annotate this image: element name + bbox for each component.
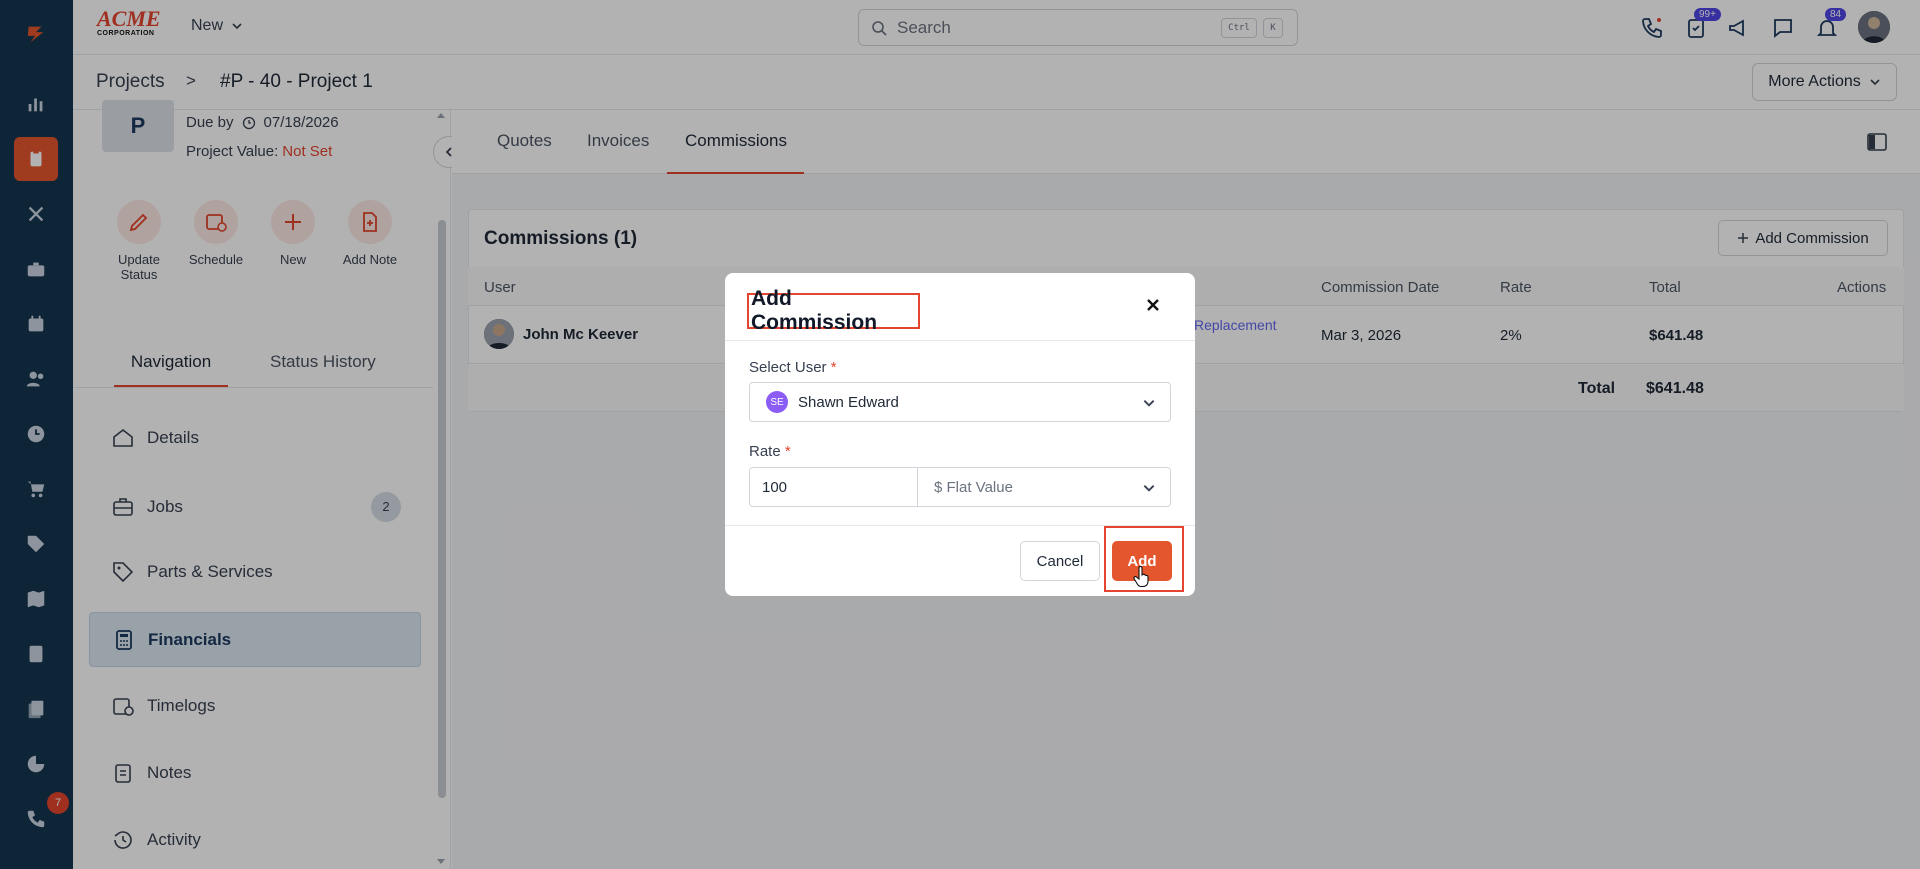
rate-type-value: $ Flat Value [934,478,1013,496]
chevron-down-icon [1143,400,1155,407]
selected-user: Shawn Edward [798,393,899,411]
hand-cursor-icon [1133,566,1151,588]
close-icon[interactable] [1143,295,1163,315]
required-mark: * [784,443,791,460]
rate-label-text: Rate [749,443,781,460]
cancel-button[interactable]: Cancel [1020,541,1100,581]
required-mark: * [830,359,837,376]
rate-type-dropdown[interactable]: $ Flat Value [917,467,1171,507]
rate-label: Rate * [749,443,791,460]
select-user-dropdown[interactable]: SE Shawn Edward [749,382,1171,422]
modal-title: Add Commission [747,287,920,334]
chevron-down-icon [1143,485,1155,492]
user-initials-avatar: SE [766,391,788,413]
select-user-label: Select User * [749,359,837,376]
rate-input[interactable]: 100 [749,467,918,507]
select-user-label-text: Select User [749,359,827,376]
modal-divider [725,340,1195,341]
